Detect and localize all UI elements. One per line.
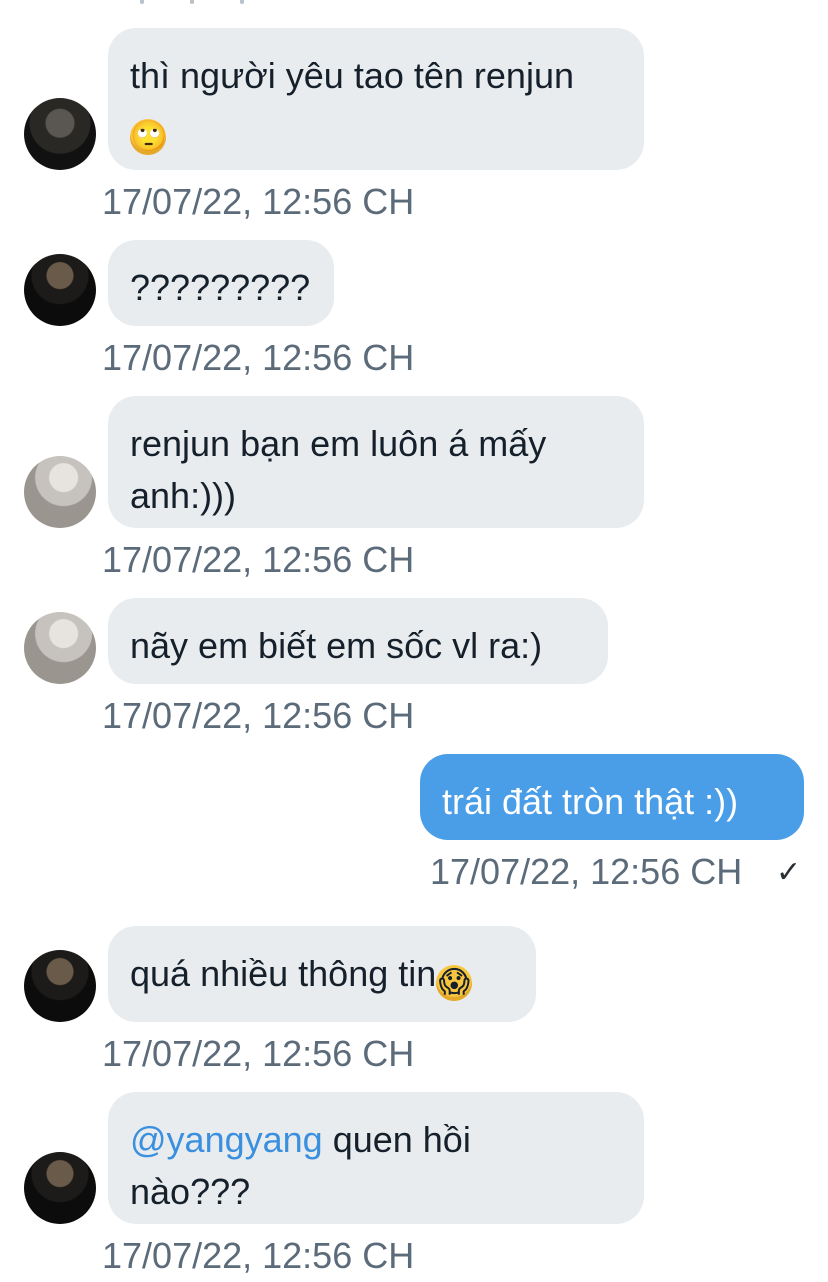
message-timestamp: 17/07/22, 12:56 CH — [102, 539, 415, 580]
avatar[interactable] — [24, 612, 96, 684]
avatar[interactable] — [24, 950, 96, 1022]
message-text-line: nào??? — [130, 1171, 251, 1212]
message-text-line: renjun bạn em luôn á mấy — [130, 423, 547, 464]
user-mention-link[interactable]: @yangyang — [130, 1119, 323, 1160]
message-bubble[interactable]: renjun bạn em luôn á mấy anh:))) — [108, 396, 644, 528]
message-text: ????????? — [130, 267, 311, 308]
message-bubble[interactable]: nãy em biết em sốc vl ra:) — [108, 598, 608, 684]
avatar[interactable] — [24, 254, 96, 326]
message-bubble[interactable]: ????????? — [108, 240, 334, 326]
avatar[interactable] — [24, 1152, 96, 1224]
screaming-face-emoji-icon: 😱 — [436, 965, 473, 1001]
rolling-eyes-emoji-icon: 🙄 — [130, 119, 168, 155]
message-bubble[interactable]: @yangyang quen hồi nào??? — [108, 1092, 644, 1224]
message-bubble[interactable]: quá nhiều thông tin😱 — [108, 926, 536, 1022]
message-text: nãy em biết em sốc vl ra:) — [130, 625, 543, 666]
cutoff-previous-timestamp — [140, 0, 260, 8]
message-bubble-outgoing[interactable]: trái đất tròn thật :)) — [420, 754, 804, 840]
message-text-line: anh:))) — [130, 475, 237, 516]
message-timestamp: 17/07/22, 12:56 CH — [102, 695, 415, 736]
message-text: quá nhiều thông tin — [130, 953, 437, 994]
message-text: quen hồi — [322, 1119, 471, 1160]
message-timestamp: 17/07/22, 12:56 CH — [102, 1235, 415, 1276]
message-timestamp: 17/07/22, 12:56 CH — [102, 1033, 415, 1074]
message-text: trái đất tròn thật :)) — [442, 781, 739, 822]
message-bubble[interactable]: thì người yêu tao tên renjun 🙄 — [108, 28, 644, 170]
message-timestamp: 17/07/22, 12:56 CH — [102, 337, 415, 378]
message-timestamp: 17/07/22, 12:56 CH — [102, 181, 415, 222]
message-timestamp: 17/07/22, 12:56 CH — [430, 851, 743, 892]
sent-check-icon: ✓ — [776, 856, 802, 889]
avatar[interactable] — [24, 98, 96, 170]
message-text: thì người yêu tao tên renjun — [130, 55, 574, 96]
avatar[interactable] — [24, 456, 96, 528]
